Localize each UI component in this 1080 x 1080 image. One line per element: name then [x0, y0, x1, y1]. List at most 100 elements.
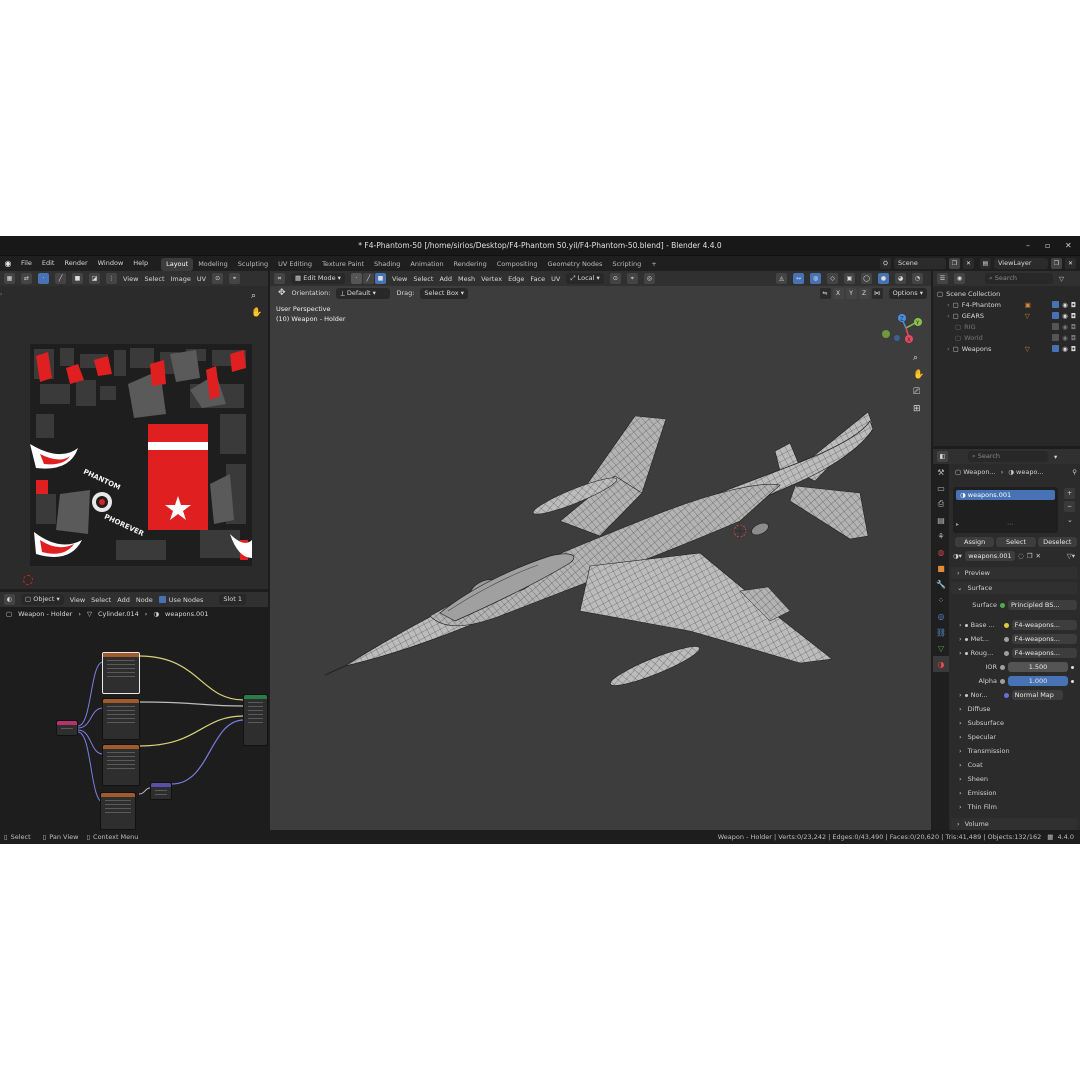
camera-icon[interactable]: ◘: [1071, 301, 1076, 309]
scene-collection-row[interactable]: ▢ Scene Collection: [933, 288, 1080, 299]
material-name-field[interactable]: weapons.001: [964, 551, 1015, 561]
volume-panel[interactable]: › Volume: [951, 818, 1077, 830]
tab-compositing[interactable]: Compositing: [492, 258, 543, 271]
tab-animation[interactable]: Animation: [405, 258, 448, 271]
tab-texture-paint[interactable]: Texture Paint: [317, 258, 369, 271]
material-filter-icon[interactable]: ▽▾: [1067, 552, 1075, 560]
view-layer-icon[interactable]: ▤: [980, 258, 991, 269]
image-texture-node[interactable]: [102, 698, 140, 740]
subpanel-emission[interactable]: › Emission: [959, 787, 1080, 799]
edge-select-icon[interactable]: ╱: [55, 273, 66, 284]
sidebar-toggle-icon[interactable]: ›: [0, 291, 2, 298]
material-slot-item[interactable]: ◑ weapons.001: [956, 490, 1055, 500]
base-color-link-field[interactable]: F4-weapons...: [1011, 620, 1077, 630]
filter-icon[interactable]: ▽: [1059, 275, 1064, 283]
uv-menu-uv[interactable]: UV: [197, 275, 206, 283]
exclude-checkbox[interactable]: [1052, 301, 1060, 308]
subpanel-thin-film[interactable]: › Thin Film: [959, 801, 1080, 813]
tab-view-layer-icon[interactable]: ▤: [933, 512, 949, 528]
display-mode-icon[interactable]: ◉: [954, 273, 965, 284]
ior-field[interactable]: 1.500: [1008, 662, 1068, 672]
list-resize-icon[interactable]: ⋯: [1007, 521, 1013, 528]
close-icon[interactable]: ✕: [1065, 241, 1072, 250]
use-nodes-toggle[interactable]: Use Nodes: [158, 596, 203, 604]
node-editor-type-icon[interactable]: ◐: [4, 594, 15, 605]
blender-logo-icon[interactable]: ◉: [0, 259, 16, 268]
tab-render-icon[interactable]: ▭: [933, 480, 949, 496]
face-select-icon[interactable]: ■: [72, 273, 83, 284]
slot-specials-icon[interactable]: ⌄: [1067, 516, 1073, 524]
node-menu-add[interactable]: Add: [117, 596, 130, 604]
add-slot-icon[interactable]: +: [1064, 488, 1075, 499]
aircraft-mesh[interactable]: [270, 271, 931, 830]
remove-view-layer-icon[interactable]: ✕: [1065, 258, 1076, 269]
menu-file[interactable]: File: [16, 256, 37, 271]
texture-coordinate-node[interactable]: [56, 720, 78, 736]
roughness-link-field[interactable]: F4-weapons...: [1011, 648, 1077, 658]
animate-dot-icon[interactable]: [1071, 665, 1074, 669]
slot-dropdown[interactable]: Slot 1: [219, 594, 247, 605]
normal-map-link-field[interactable]: Normal Map: [1011, 690, 1063, 700]
uv-menu-image[interactable]: Image: [171, 275, 191, 283]
tab-constraints-icon[interactable]: ⛓: [933, 624, 949, 640]
scene-icon[interactable]: ⛭: [880, 258, 891, 269]
surface-shader-field[interactable]: Principled BS...: [1008, 600, 1077, 610]
menu-edit[interactable]: Edit: [37, 256, 60, 271]
eye-icon[interactable]: ◉: [1062, 301, 1068, 309]
material-browse-icon[interactable]: ◑▾: [953, 552, 962, 560]
node-menu-view[interactable]: View: [70, 596, 85, 604]
3d-viewport[interactable]: ⌗ ▦ Edit Mode ▾ · ╱ ■ View Select Add Me…: [270, 271, 931, 830]
exclude-checkbox[interactable]: [1052, 334, 1060, 341]
select-button[interactable]: Select: [996, 537, 1036, 547]
tab-world-icon[interactable]: ◍: [933, 544, 949, 560]
view-layer-selector[interactable]: ViewLayer: [994, 258, 1048, 269]
alpha-slider[interactable]: 1.000: [1008, 676, 1068, 686]
node-canvas[interactable]: [0, 622, 268, 830]
exclude-checkbox[interactable]: [1052, 312, 1060, 319]
tab-modeling[interactable]: Modeling: [193, 258, 233, 271]
properties-options-icon[interactable]: ▾: [1054, 453, 1057, 461]
camera-icon[interactable]: ◘: [1071, 345, 1076, 353]
tab-particles-icon[interactable]: ⁘: [933, 592, 949, 608]
image-texture-node[interactable]: [102, 744, 140, 786]
outliner-editor-type-icon[interactable]: ☰: [937, 273, 948, 284]
expand-arrow-icon[interactable]: ›: [959, 635, 962, 643]
tab-data-icon[interactable]: ▽: [933, 640, 949, 656]
new-scene-icon[interactable]: ❐: [949, 258, 960, 269]
tab-object-icon[interactable]: ■: [933, 560, 949, 576]
expand-arrow-icon[interactable]: ›: [947, 312, 950, 320]
expand-arrow-icon[interactable]: ›: [959, 691, 962, 699]
editor-type-icon[interactable]: ▦: [4, 273, 15, 284]
tab-material-icon[interactable]: ◑: [933, 656, 949, 672]
add-workspace-icon[interactable]: +: [646, 258, 661, 271]
tab-output-icon[interactable]: ⎙: [933, 496, 949, 512]
image-texture-node[interactable]: [102, 652, 140, 694]
tab-scene-icon[interactable]: ⚘: [933, 528, 949, 544]
outliner-item-weapons[interactable]: › ▢ Weapons ▽ ◉ ◘: [933, 343, 1080, 354]
list-expand-icon[interactable]: ▸: [956, 521, 959, 528]
roughness-row[interactable]: › Roug... F4-weapons...: [955, 647, 1077, 659]
outliner-search-field[interactable]: ⌕ Search: [985, 273, 1053, 284]
animate-dot-icon[interactable]: [1071, 679, 1074, 683]
tab-geometry-nodes[interactable]: Geometry Nodes: [543, 258, 608, 271]
tab-physics-icon[interactable]: ◎: [933, 608, 949, 624]
outliner-item-f4-phantom[interactable]: › ▢ F4-Phantom ▣ ◉ ◘: [933, 299, 1080, 310]
new-view-layer-icon[interactable]: ❐: [1051, 258, 1062, 269]
subpanel-transmission[interactable]: › Transmission: [959, 745, 1080, 757]
expand-arrow-icon[interactable]: ›: [959, 621, 962, 629]
preview-panel[interactable]: › Preview: [951, 567, 1077, 579]
remove-slot-icon[interactable]: −: [1064, 501, 1075, 512]
node-menu-node[interactable]: Node: [136, 596, 153, 604]
assign-button[interactable]: Assign: [955, 537, 995, 547]
properties-search-field[interactable]: ⌕ Search: [968, 451, 1048, 462]
expand-arrow-icon[interactable]: ›: [947, 345, 950, 353]
metallic-link-field[interactable]: F4-weapons...: [1011, 634, 1077, 644]
normal-row[interactable]: › Nor... Normal Map: [955, 689, 1077, 701]
tab-shading[interactable]: Shading: [369, 258, 405, 271]
tab-scripting[interactable]: Scripting: [607, 258, 646, 271]
outliner-item-world[interactable]: ▢ World ◉ ◘: [933, 332, 1080, 343]
eye-icon[interactable]: ◉: [1062, 323, 1068, 331]
subpanel-coat[interactable]: › Coat: [959, 759, 1080, 771]
fake-user-icon[interactable]: ◌: [1018, 552, 1024, 560]
outliner-item-gears[interactable]: › ▢ GEARS ▽ ◉ ◘: [933, 310, 1080, 321]
